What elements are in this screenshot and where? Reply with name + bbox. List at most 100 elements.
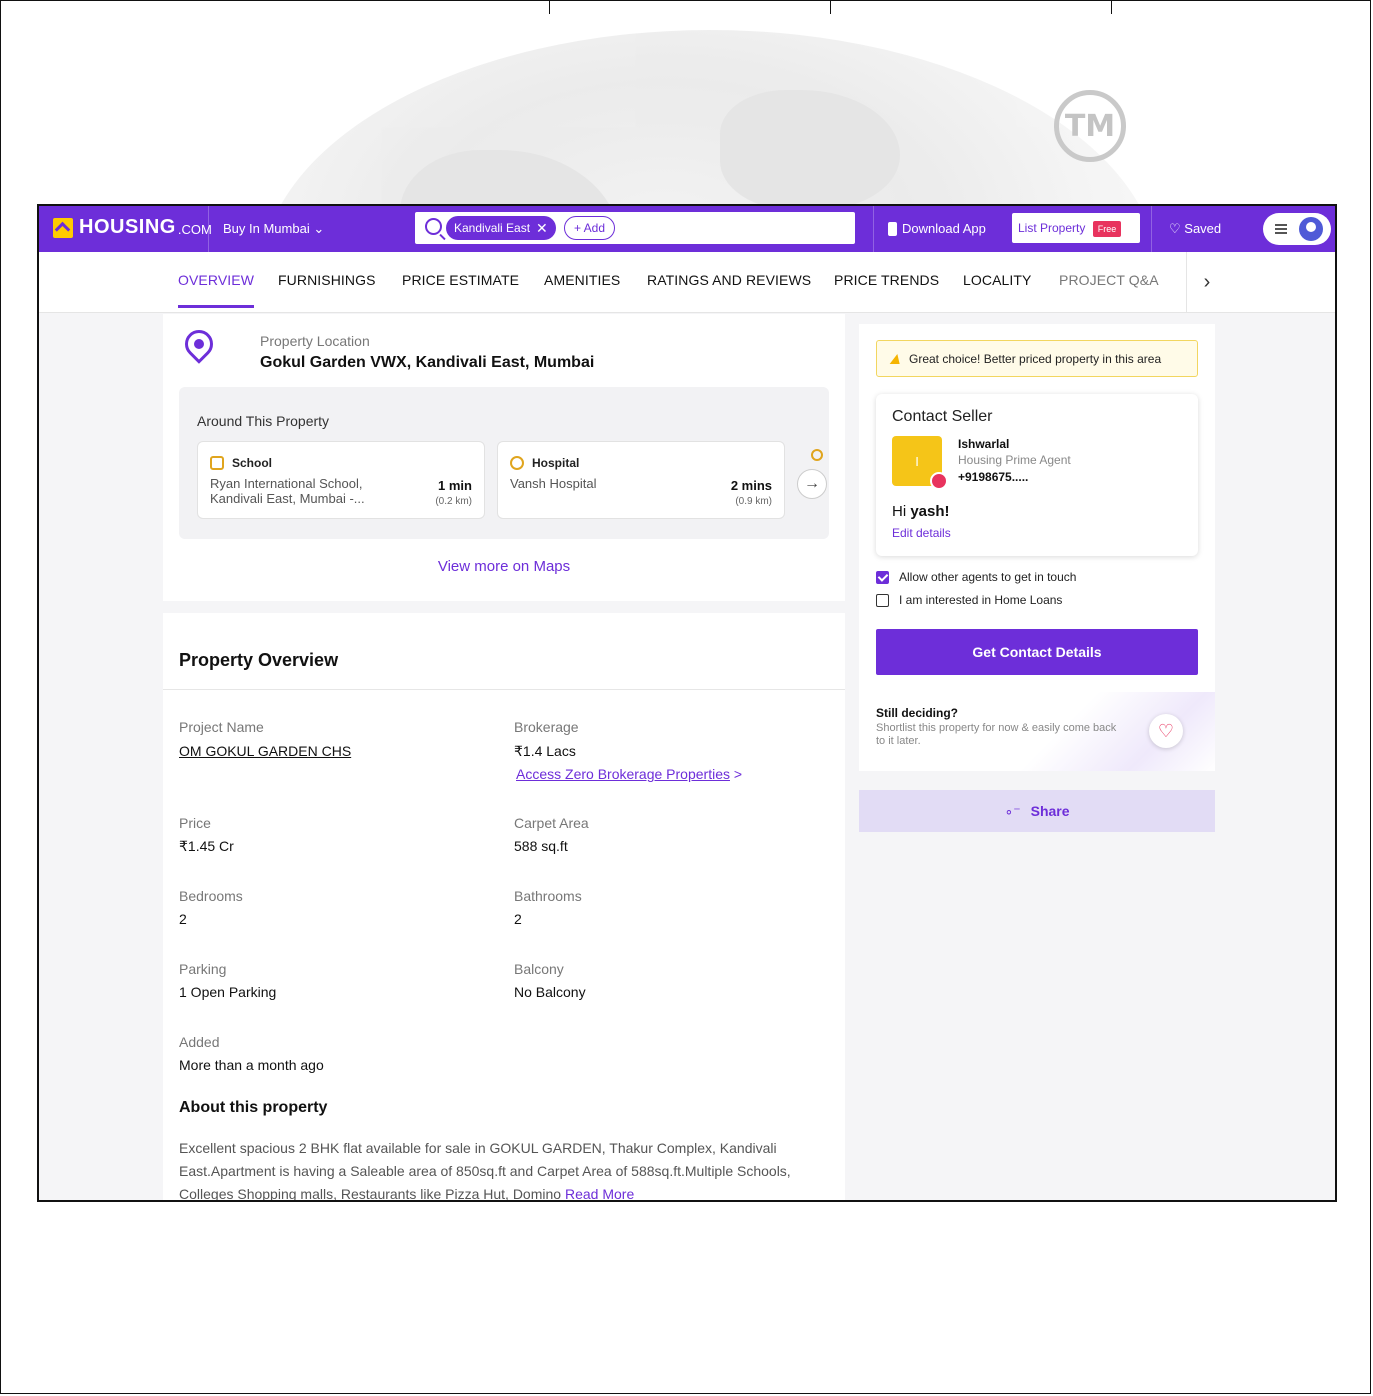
greeting: Hi yash! [892,503,950,520]
poi-card[interactable]: Hospital Vansh Hospital 2 mins (0.9 km) [497,441,785,519]
great-choice-text: Great choice! Better priced property in … [909,351,1162,366]
home-loans-checkbox-row[interactable]: I am interested in Home Loans [876,593,1062,607]
allow-agents-checkbox[interactable] [876,570,889,584]
bathrooms-label: Bathrooms [514,888,582,904]
saved-button[interactable]: ♡ Saved [1169,221,1221,237]
poi-distance: (0.9 km) [735,496,772,507]
locality-chip-label: Kandivali East [454,221,531,235]
search-box[interactable]: Kandivali East ✕ + Add [415,212,855,244]
nav-divider [208,206,209,252]
about-text: Excellent spacious 2 BHK flat available … [179,1137,809,1200]
allow-agents-checkbox-row[interactable]: Allow other agents to get in touch [876,570,1076,584]
contact-card: Great choice! Better priced property in … [859,324,1215,771]
hamburger-icon [1275,224,1287,234]
location-label: Property Location [260,333,370,349]
section-tabs: OVERVIEW FURNISHINGS PRICE ESTIMATE AMEN… [39,252,1335,313]
tab-project-qa[interactable]: PROJECT Q&A [1059,272,1159,288]
poi-type-label: School [232,456,273,470]
still-deciding-text: Shortlist this property for now & easily… [876,722,1117,747]
housing-logo[interactable]: HOUSING .COM [53,216,212,239]
tab-ratings-reviews[interactable]: RATINGS AND REVIEWS [647,272,811,288]
poi-peek-icon [811,449,823,461]
brokerage-label: Brokerage [514,719,579,735]
tab-overview[interactable]: OVERVIEW [178,272,255,308]
carpet-area-label: Carpet Area [514,815,589,831]
around-title: Around This Property [197,413,330,429]
contact-title: Contact Seller [892,408,993,425]
overview-title: Property Overview [179,650,339,670]
bedrooms-value: 2 [179,911,187,927]
poi-type: Hospital [510,456,579,470]
list-property-button[interactable]: List Property Free [1012,213,1140,243]
added-label: Added [179,1034,220,1050]
home-loans-label: I am interested in Home Loans [899,593,1063,607]
added-value: More than a month ago [179,1057,324,1073]
zero-brokerage-link[interactable]: Access Zero Brokerage Properties > [516,766,742,782]
chevron-right-icon[interactable]: › [1186,252,1227,312]
carpet-area-value: 588 sq.ft [514,838,568,854]
logo-text: HOUSING [79,216,176,238]
brokerage-value: ₹1.4 Lacs [514,743,576,759]
allow-agents-label: Allow other agents to get in touch [899,570,1077,584]
hospital-icon [510,456,524,470]
screenshot-window: HOUSING .COM Buy In Mumbai ⌄ Kandivali E… [37,204,1337,1202]
contact-seller-box: Contact Seller I Ishwarlal Housing Prime… [876,394,1198,556]
nav-divider [873,206,874,252]
heart-icon: ♡ [1157,720,1175,741]
buy-city-label: Buy In Mumbai [223,221,310,236]
prime-badge-icon [930,472,948,490]
read-more-link[interactable]: Read More [565,1186,634,1200]
balcony-label: Balcony [514,961,564,977]
tm-watermark: TM [1054,90,1126,162]
tab-amenities[interactable]: AMENITIES [544,272,620,288]
shortlist-heart-button[interactable]: ♡ [1149,714,1183,748]
poi-name: Vansh Hospital [510,476,597,491]
great-choice-banner: Great choice! Better priced property in … [876,340,1198,377]
property-overview-card: Property Overview Project Name OM GOKUL … [163,613,845,1200]
parking-label: Parking [179,961,227,977]
tab-locality[interactable]: LOCALITY [963,272,1032,288]
view-on-maps-link[interactable]: View more on Maps [163,558,845,575]
locality-chip[interactable]: Kandivali East ✕ [446,216,556,240]
price-label: Price [179,815,211,831]
home-loans-checkbox[interactable] [876,593,889,607]
frame-divider [549,0,550,14]
share-button[interactable]: ∘⁻ Share [859,790,1215,832]
parking-value: 1 Open Parking [179,984,277,1000]
search-icon [425,218,442,235]
get-contact-details-button[interactable]: Get Contact Details [876,629,1198,675]
tab-price-trends[interactable]: PRICE TRENDS [834,272,939,288]
project-name-link[interactable]: OM GOKUL GARDEN CHS [179,743,351,759]
around-property-panel: Around This Property School Ryan Interna… [179,387,829,539]
arrow-right-icon[interactable]: → [797,469,827,499]
profile-menu-button[interactable] [1263,213,1331,245]
phone-icon [888,221,897,236]
poi-name: Ryan International School, Kandivali Eas… [210,476,365,506]
download-app-button[interactable]: Download App [888,221,986,236]
lightning-icon [889,353,903,364]
edit-details-link[interactable]: Edit details [892,526,951,540]
buy-city-dropdown[interactable]: Buy In Mumbai ⌄ [223,221,324,237]
location-card: Property Location Gokul Garden VWX, Kand… [163,314,845,601]
still-deciding-title: Still deciding? [876,706,959,720]
about-title: About this property [179,1099,328,1116]
top-nav-bar: HOUSING .COM Buy In Mumbai ⌄ Kandivali E… [39,206,1335,252]
saved-label: Saved [1184,221,1222,236]
frame-divider [1111,0,1112,14]
chevron-down-icon: ⌄ [313,221,325,236]
tab-furnishings[interactable]: FURNISHINGS [278,272,376,288]
close-icon[interactable]: ✕ [536,216,548,240]
balcony-value: No Balcony [514,984,586,1000]
logo-suffix: .COM [177,222,212,237]
tab-price-estimate[interactable]: PRICE ESTIMATE [402,272,519,288]
poi-type-label: Hospital [532,456,580,470]
nav-divider [1151,206,1152,252]
add-locality-button[interactable]: + Add [564,216,616,240]
greeting-prefix: Hi [892,503,907,520]
seller-phone: +9198675..... [958,470,1029,484]
logo-icon [53,217,73,238]
location-pin-icon [179,324,219,364]
greeting-name: yash! [910,503,950,520]
poi-card[interactable]: School Ryan International School, Kandiv… [197,441,485,519]
bedrooms-label: Bedrooms [179,888,243,904]
